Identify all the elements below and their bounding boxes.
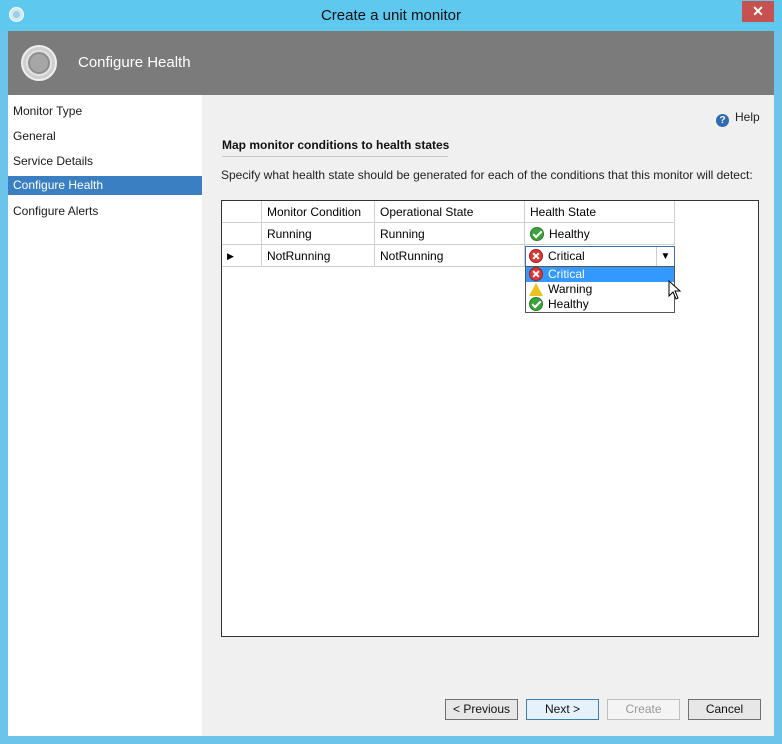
option-critical[interactable]: Critical [526,267,674,282]
step-service-details[interactable]: Service Details [8,152,202,171]
operational-state-cell[interactable]: NotRunning [375,245,525,267]
critical-icon [529,267,543,281]
row-header-corner [222,201,262,223]
step-monitor-type[interactable]: Monitor Type [8,102,202,121]
warning-icon [529,283,543,296]
cancel-button[interactable]: Cancel [688,699,761,720]
option-label: Healthy [548,297,589,311]
window-title: Create a unit monitor [320,7,462,24]
step-configure-alerts[interactable]: Configure Alerts [8,202,202,221]
health-state-cell[interactable]: Healthy [525,223,675,245]
healthy-icon [529,297,543,311]
section-title: Map monitor conditions to health states [222,138,450,152]
main-panel: ? Help Map monitor conditions to health s… [202,95,774,682]
wizard-ring-icon [21,45,57,81]
mouse-pointer-icon [668,280,682,300]
banner: Configure Health [8,31,774,95]
help-link[interactable]: ? Help [716,110,760,127]
next-button[interactable]: Next > [526,699,599,720]
option-healthy[interactable]: Healthy [526,297,674,312]
title-bar: Create a unit monitor ✕ [0,0,782,31]
option-label: Warning [548,282,593,296]
healthy-icon [530,227,544,241]
help-label: Help [735,110,760,124]
critical-icon [529,249,543,263]
health-state-dropdown-list: Critical Warning Healthy [525,266,675,313]
monitor-condition-cell[interactable]: Running [262,223,375,245]
wizard-steps: Monitor Type General Service Details Con… [8,95,202,682]
step-configure-health[interactable]: Configure Health [8,176,202,195]
column-header-monitor-condition[interactable]: Monitor Condition [262,201,375,223]
button-bar: < Previous Next > Create Cancel [202,682,774,736]
wizard-client: Configure Health Monitor Type General Se… [8,31,774,736]
create-button[interactable]: Create [607,699,680,720]
health-state-combobox[interactable]: Critical ▼ [525,246,675,267]
close-button[interactable]: ✕ [742,1,774,22]
operational-state-cell[interactable]: Running [375,223,525,245]
section-divider [222,156,448,157]
option-warning[interactable]: Warning [526,282,674,297]
row-header[interactable] [222,223,262,245]
monitor-condition-cell[interactable]: NotRunning [262,245,375,267]
current-row-indicator[interactable]: ▶ [222,245,262,267]
step-general[interactable]: General [8,127,202,146]
combobox-value: Critical [548,249,585,263]
help-icon: ? [716,114,729,127]
column-header-health-state[interactable]: Health State [525,201,675,223]
banner-title: Configure Health [78,54,191,71]
health-mapping-grid: Monitor Condition Operational State Heal… [221,200,759,637]
description-text: Specify what health state should be gene… [221,168,753,182]
chevron-down-icon[interactable]: ▼ [656,247,674,266]
previous-button[interactable]: < Previous [445,699,518,720]
health-state-label: Healthy [549,227,590,241]
option-label: Critical [548,267,585,281]
column-header-operational-state[interactable]: Operational State [375,201,525,223]
